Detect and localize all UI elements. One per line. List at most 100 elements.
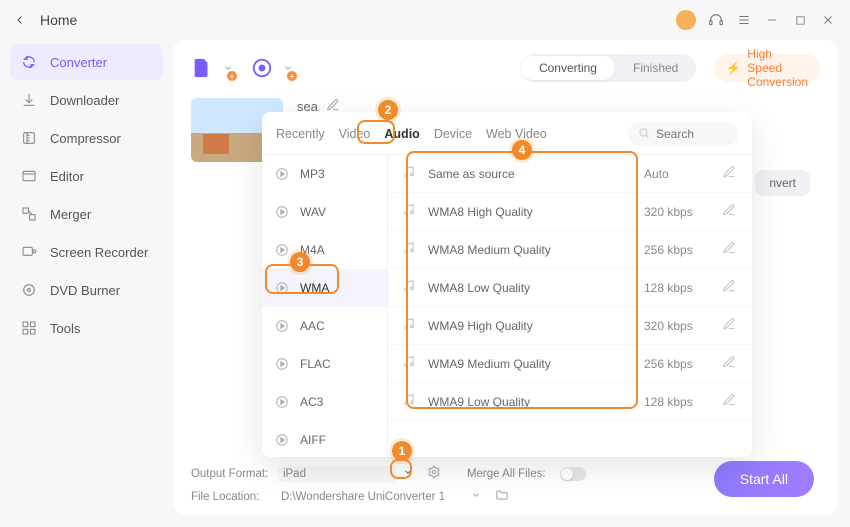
edit-icon[interactable] [722,355,736,372]
edit-icon[interactable] [722,279,736,296]
sidebar-item-label: Downloader [50,93,119,108]
sidebar-item-editor[interactable]: Editor [10,158,163,194]
format-item-aiff[interactable]: AIFF [262,421,387,457]
sidebar-item-downloader[interactable]: Downloader [10,82,163,118]
quality-bitrate: Auto [644,167,722,181]
quality-row[interactable]: WMA8 Low Quality128 kbps [388,269,752,307]
editor-icon [20,167,38,185]
quality-row[interactable]: WMA9 Low Quality128 kbps [388,383,752,421]
merge-label: Merge All Files: [467,468,546,480]
chevron-down-icon[interactable] [471,490,481,503]
format-item-mp3[interactable]: MP3 [262,155,387,193]
merge-toggle[interactable] [560,467,586,481]
tab-audio[interactable]: Audio [384,127,419,141]
search-input[interactable] [656,127,726,141]
format-icon [274,280,290,296]
sidebar-item-label: Merger [50,207,91,222]
quality-bitrate: 128 kbps [644,395,722,409]
quality-label: WMA9 High Quality [428,319,644,333]
tools-icon [20,319,38,337]
folder-icon[interactable] [495,488,509,505]
sidebar-item-converter[interactable]: Converter [10,44,163,80]
callout-1: 1 [392,441,412,461]
merger-icon [20,205,38,223]
format-item-ac3[interactable]: AC3 [262,383,387,421]
format-icon [274,432,290,448]
sidebar-item-label: Tools [50,321,80,336]
quality-label: WMA8 Low Quality [428,281,644,295]
tab-video[interactable]: Video [339,127,371,141]
format-list: MP3WAVM4AWMAAAC FLAC AC3 AIFF [262,155,388,457]
format-label: AIFF [300,433,326,447]
sidebar-item-dvdburner[interactable]: DVD Burner [10,272,163,308]
quality-row[interactable]: WMA9 High Quality320 kbps [388,307,752,345]
quality-row[interactable]: WMA8 Medium Quality256 kbps [388,231,752,269]
add-dvd-button[interactable]: + [251,57,293,79]
format-item-aac[interactable]: AAC [262,307,387,345]
tab-recently[interactable]: Recently [276,127,325,141]
back-button[interactable] [8,8,32,32]
quality-label: Same as source [428,167,644,181]
nav-home[interactable]: Home [40,12,77,28]
download-icon [20,91,38,109]
callout-4: 4 [512,140,532,160]
quality-row[interactable]: WMA8 High Quality320 kbps [388,193,752,231]
callout-3: 3 [290,252,310,272]
format-search[interactable] [628,122,738,146]
format-icon [274,318,290,334]
screenrecorder-icon [20,243,38,261]
format-icon [274,204,290,220]
headset-icon[interactable] [708,12,724,28]
add-file-button[interactable]: + [191,57,233,79]
format-item-m4a[interactable]: M4A [262,231,387,269]
convert-label: nvert [769,176,796,190]
format-icon [274,242,290,258]
segment-finished[interactable]: Finished [615,56,696,80]
minimize-button[interactable] [764,12,780,28]
edit-icon[interactable] [722,393,736,410]
format-item-flac[interactable]: FLAC [262,345,387,383]
segment-converting[interactable]: Converting [521,56,615,80]
quality-row[interactable]: Same as sourceAuto [388,155,752,193]
edit-icon[interactable] [722,165,736,182]
converter-icon [20,53,38,71]
sidebar-item-screenrecorder[interactable]: Screen Recorder [10,234,163,270]
start-all-label: Start All [740,471,788,487]
music-icon [402,393,418,410]
start-all-button[interactable]: Start All [714,461,814,497]
tab-webvideo[interactable]: Web Video [486,127,547,141]
quality-label: WMA9 Low Quality [428,395,644,409]
avatar[interactable] [676,10,696,30]
quality-bitrate: 320 kbps [644,319,722,333]
format-panel: Recently Video Audio Device Web Video MP… [262,112,752,457]
sidebar-item-compressor[interactable]: Compressor [10,120,163,156]
quality-row[interactable]: WMA9 Medium Quality256 kbps [388,345,752,383]
format-label: AC3 [300,395,323,409]
highspeed-button[interactable]: ⚡ High Speed Conversion [714,54,820,82]
music-icon [402,317,418,334]
edit-icon[interactable] [722,317,736,334]
maximize-button[interactable] [792,12,808,28]
format-item-wav[interactable]: WAV [262,193,387,231]
tab-device[interactable]: Device [434,127,472,141]
quality-bitrate: 256 kbps [644,243,722,257]
gear-icon[interactable] [427,465,441,482]
music-icon [402,165,418,182]
output-format-value[interactable]: iPad [277,466,397,482]
format-item-wma[interactable]: WMA [262,269,387,307]
close-button[interactable] [820,12,836,28]
quality-label: WMA8 Medium Quality [428,243,644,257]
edit-icon[interactable] [722,203,736,220]
format-label: FLAC [300,357,331,371]
plus-icon: + [287,71,297,81]
callout-2: 2 [378,100,398,120]
segment-label: Converting [539,61,597,75]
sidebar-item-merger[interactable]: Merger [10,196,163,232]
output-format-label: Output Format: [191,468,269,480]
convert-button[interactable]: nvert [755,170,810,196]
edit-icon[interactable] [722,241,736,258]
menu-icon[interactable] [736,12,752,28]
sidebar-item-tools[interactable]: Tools [10,310,163,346]
chevron-down-icon[interactable] [403,467,413,480]
quality-list: Same as sourceAutoWMA8 High Quality320 k… [388,155,752,457]
